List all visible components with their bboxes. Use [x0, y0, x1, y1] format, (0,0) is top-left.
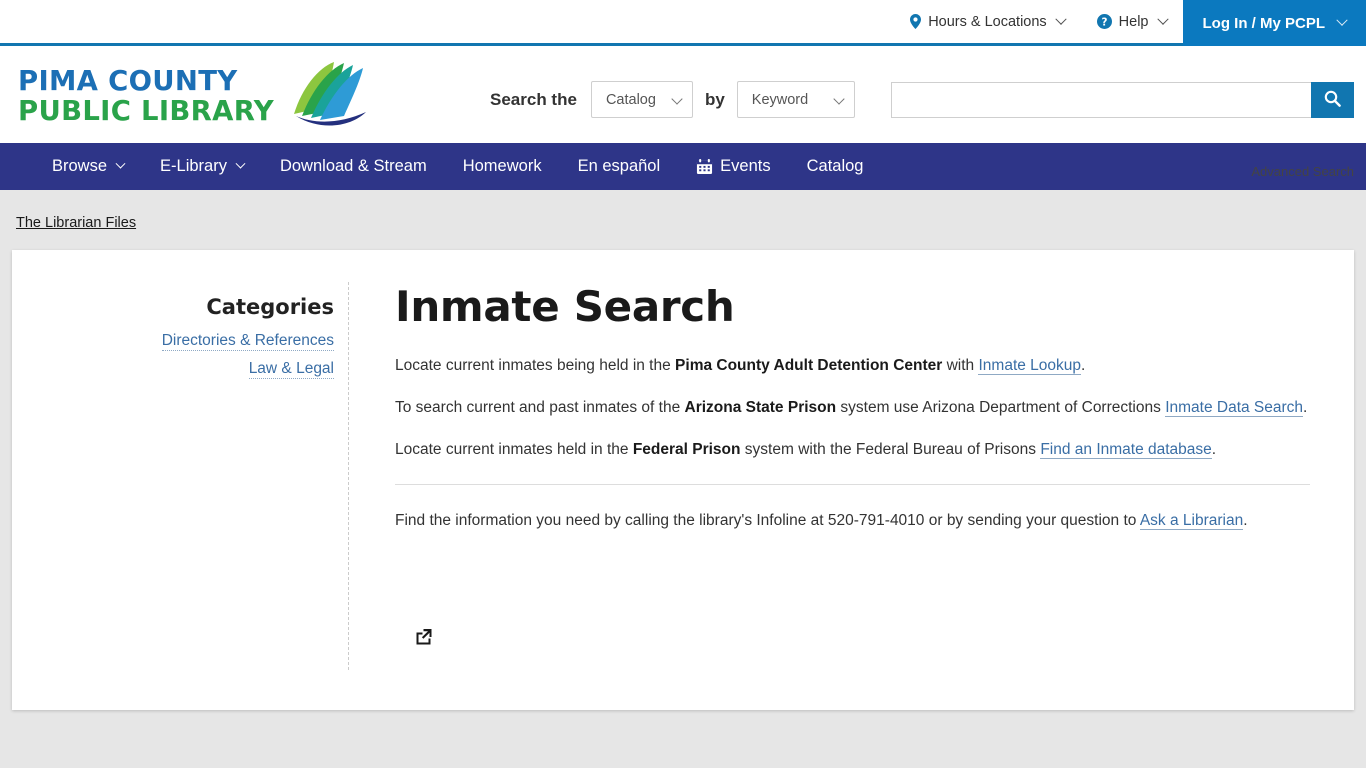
- share-icon[interactable]: [413, 625, 435, 647]
- article-paragraphs: Locate current inmates being held in the…: [395, 354, 1310, 462]
- login-my-pcpl-button[interactable]: Log In / My PCPL: [1182, 0, 1366, 46]
- search-field-select[interactable]: Keyword: [736, 81, 855, 118]
- text-run: Find the information you need by calling…: [395, 512, 1140, 529]
- by-label: by: [704, 89, 725, 109]
- article-footer-paragraph: Find the information you need by calling…: [395, 509, 1310, 533]
- nav-item-label: Download & Stream: [279, 157, 427, 175]
- content-link[interactable]: Ask a Librarian: [1139, 512, 1244, 530]
- search-the-label: Search the: [490, 89, 577, 109]
- help-label: Help: [1118, 13, 1149, 30]
- content-link[interactable]: Inmate Data Search: [1165, 399, 1304, 417]
- page-body: The Librarian Files Categories Directori…: [0, 190, 1366, 768]
- nav-item-label: Catalog: [806, 157, 864, 175]
- search-icon: [1324, 90, 1341, 110]
- site-header: PIMA COUNTY PUBLIC LIBRARY Search the Ca…: [0, 46, 1366, 179]
- open-book-fan-icon: [278, 58, 370, 135]
- search-scope-value: Catalog: [605, 91, 656, 108]
- chevron-down-icon: [833, 93, 845, 105]
- main-navigation: Browse E-Library Download & Stream Homework…: [0, 143, 1366, 190]
- help-circle-icon: ?: [1096, 14, 1112, 29]
- emphasis-text: Arizona State Prison: [684, 399, 837, 416]
- search-scope-select[interactable]: Catalog: [590, 81, 693, 118]
- emphasis-text: Federal Prison: [632, 441, 741, 458]
- text-run: .: [1211, 441, 1217, 458]
- text-run: Locate current inmates being held in the: [395, 357, 676, 374]
- nav-item-label: E-Library: [160, 157, 227, 175]
- categories-heading: Categories: [206, 295, 334, 319]
- nav-item-catalog[interactable]: Catalog: [789, 143, 882, 190]
- text-run: To search current and past inmates of th…: [395, 399, 685, 416]
- paragraph: Locate current inmates held in the Feder…: [395, 438, 1310, 462]
- content-link[interactable]: Inmate Lookup: [978, 357, 1082, 375]
- text-run: .: [1243, 512, 1248, 529]
- paragraph: To search current and past inmates of th…: [395, 396, 1310, 420]
- login-label: Log In / My PCPL: [1202, 14, 1326, 32]
- search-input[interactable]: [890, 81, 1311, 118]
- logo-line-2: PUBLIC LIBRARY: [18, 94, 274, 127]
- share-row: [395, 625, 1310, 651]
- content-card: Categories Directories & References Law &…: [12, 250, 1354, 710]
- text-run: with: [942, 357, 979, 374]
- search-box: [890, 81, 1354, 118]
- map-pin-icon: [910, 14, 922, 29]
- text-run: .: [1303, 399, 1308, 416]
- nav-item-label: En español: [577, 157, 661, 175]
- search-field-value: Keyword: [751, 91, 809, 108]
- content-divider: [395, 484, 1310, 485]
- nav-item-label: Browse: [52, 157, 108, 175]
- emphasis-text: Pima County Adult Detention Center: [675, 357, 943, 374]
- paragraph: Locate current inmates being held in the…: [395, 354, 1310, 378]
- nav-item-e-library[interactable]: E-Library: [142, 143, 262, 190]
- chevron-down-icon: [1336, 14, 1348, 26]
- chevron-down-icon: [671, 93, 683, 105]
- text-run: .: [1081, 357, 1086, 374]
- utility-bar: Hours & Locations ? Help Log In / My PCP…: [0, 0, 1366, 46]
- nav-item-label: Events: [720, 157, 771, 175]
- logo-wordmark: PIMA COUNTY PUBLIC LIBRARY: [18, 65, 274, 127]
- text-run: Locate current inmates held in the: [395, 441, 633, 458]
- advanced-search-link[interactable]: Advanced Search: [1251, 164, 1354, 179]
- site-search: Search the Catalog by Keyword: [490, 46, 1354, 143]
- nav-item-homework[interactable]: Homework: [445, 143, 560, 190]
- text-run: system use Arizona Department of Correct…: [836, 399, 1166, 416]
- breadcrumb: The Librarian Files: [12, 190, 1354, 250]
- content-link[interactable]: Find an Inmate database: [1040, 441, 1212, 459]
- hours-and-locations-label: Hours & Locations: [928, 13, 1047, 30]
- chevron-down-icon: [1055, 13, 1067, 25]
- text-run: system with the Federal Bureau of Prison…: [740, 441, 1041, 458]
- nav-item-label: Homework: [462, 157, 542, 175]
- calendar-icon: [696, 158, 713, 175]
- svg-text:?: ?: [1101, 16, 1107, 28]
- chevron-down-icon: [235, 158, 246, 169]
- breadcrumb-link-librarian-files[interactable]: The Librarian Files: [16, 215, 136, 231]
- category-link[interactable]: Directories & References: [161, 332, 334, 351]
- page-title: Inmate Search: [395, 282, 735, 331]
- nav-item-download-stream[interactable]: Download & Stream: [262, 143, 445, 190]
- chevron-down-icon: [1156, 13, 1169, 25]
- category-link[interactable]: Law & Legal: [248, 360, 334, 379]
- logo-line-1: PIMA COUNTY: [18, 65, 238, 97]
- search-submit-button[interactable]: [1311, 81, 1354, 118]
- article-content: Inmate Search Locate current inmates bei…: [349, 282, 1324, 670]
- hours-and-locations-menu[interactable]: Hours & Locations: [894, 0, 1080, 43]
- nav-item-en-espa-ol[interactable]: En español: [560, 143, 679, 190]
- paragraph: Find the information you need by calling…: [395, 509, 1310, 533]
- categories-list: Directories & References Law & Legal: [12, 332, 334, 379]
- chevron-down-icon: [115, 158, 126, 169]
- site-logo[interactable]: PIMA COUNTY PUBLIC LIBRARY: [18, 58, 370, 135]
- help-menu[interactable]: ? Help: [1081, 0, 1183, 43]
- categories-sidebar: Categories Directories & References Law &…: [12, 282, 349, 670]
- nav-item-browse[interactable]: Browse: [34, 143, 142, 190]
- nav-item-events[interactable]: Events: [678, 143, 788, 190]
